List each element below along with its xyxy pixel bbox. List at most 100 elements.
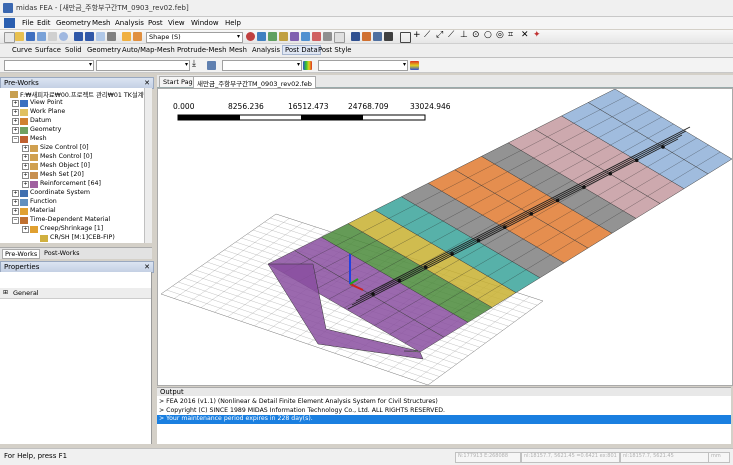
download-icon[interactable]: ⤓ — [192, 59, 196, 69]
undo-icon[interactable] — [74, 32, 83, 41]
save-icon[interactable] — [26, 32, 35, 41]
menu-help[interactable]: Help — [225, 19, 241, 27]
node-marker[interactable] — [450, 252, 454, 256]
expand-icon[interactable]: + — [22, 226, 29, 233]
view-iso-icon[interactable] — [351, 32, 360, 41]
cancel-select-icon[interactable] — [246, 32, 255, 41]
tree-item[interactable]: Mesh — [30, 135, 47, 142]
node-marker[interactable] — [503, 225, 507, 229]
expand-icon[interactable]: + — [22, 172, 29, 179]
expand-icon[interactable]: + — [22, 163, 29, 170]
expand-icon[interactable]: + — [12, 109, 19, 116]
expand-icon[interactable]: ⊞ — [3, 289, 8, 296]
menu-post[interactable]: Post — [148, 19, 163, 27]
save-as-icon[interactable] — [37, 32, 46, 41]
expand-icon[interactable]: + — [12, 190, 19, 197]
midas-logo-icon[interactable] — [4, 18, 15, 28]
node-marker[interactable] — [582, 185, 586, 189]
tree-item[interactable]: Material — [30, 207, 56, 214]
measure-icon[interactable] — [301, 32, 310, 41]
snap-center-icon[interactable]: ⊙ — [472, 30, 480, 40]
snap-intersect-icon[interactable]: ⌗ — [508, 30, 513, 40]
properties-group-general[interactable]: ⊞ General — [0, 288, 151, 299]
snap-mid-icon[interactable]: ⟋ — [448, 30, 454, 40]
tree-item[interactable]: Mesh Set [20] — [40, 171, 84, 178]
post-result-select[interactable]: ▾ — [96, 60, 190, 71]
tree-item[interactable]: Mesh Object [0] — [40, 162, 90, 169]
tab-curve[interactable]: Curve — [12, 46, 32, 54]
tab-post-data[interactable]: Post Data — [282, 45, 321, 55]
select-icon[interactable] — [122, 32, 131, 41]
node-marker[interactable] — [423, 265, 428, 270]
expand-icon[interactable]: + — [22, 145, 29, 152]
node-marker[interactable] — [476, 238, 481, 243]
tree-item[interactable]: Function — [30, 198, 57, 205]
snap-grid-icon[interactable] — [384, 32, 393, 41]
color-map-icon[interactable] — [303, 61, 312, 70]
tree-item[interactable]: CR/SH [M:1]CEB-FIP) — [50, 234, 115, 241]
expand-icon[interactable]: + — [12, 127, 19, 134]
redo-icon[interactable] — [85, 32, 94, 41]
delete-icon[interactable] — [107, 32, 116, 41]
tab-analysis[interactable]: Analysis — [252, 46, 280, 54]
tree-item[interactable]: Geometry — [30, 126, 61, 133]
node-marker[interactable] — [397, 278, 402, 283]
query-icon[interactable] — [290, 32, 299, 41]
tree-item[interactable]: Creep/Shrinkage [1] — [40, 225, 103, 232]
menu-geometry[interactable]: Geometry — [56, 19, 91, 27]
expand-icon[interactable]: + — [12, 118, 19, 125]
tab-post-works[interactable]: Post-Works — [42, 249, 82, 257]
tree-item[interactable]: Coordinate System — [30, 189, 90, 196]
tree-item[interactable]: Reinforcement [64] — [40, 180, 101, 187]
expand-icon[interactable]: − — [12, 217, 19, 224]
menu-file[interactable]: File — [22, 19, 34, 27]
expand-icon[interactable]: + — [12, 199, 19, 206]
shape-select[interactable]: Shape (S) ▾ — [146, 32, 243, 43]
node-marker[interactable] — [555, 198, 560, 203]
node-marker[interactable] — [608, 171, 613, 176]
expand-icon[interactable]: + — [12, 208, 19, 215]
node-marker[interactable] — [529, 212, 533, 216]
open-folder-icon[interactable] — [15, 32, 24, 41]
expand-icon[interactable]: − — [12, 136, 19, 143]
snap-perp-icon[interactable]: ⊥ — [460, 30, 468, 40]
snap-end-icon[interactable]: ⤢ — [436, 30, 443, 40]
tree-item[interactable]: F:₩새피자료₩00.프로젝트 관리₩01 TK설계₩ — [20, 90, 150, 99]
tab-mesh[interactable]: Mesh — [229, 46, 247, 54]
grid-on-icon[interactable] — [362, 32, 371, 41]
tab-pre-works[interactable]: Pre-Works — [2, 249, 41, 259]
tab-surface[interactable]: Surface — [35, 46, 61, 54]
tab-solid[interactable]: Solid — [65, 46, 82, 54]
pick-icon[interactable] — [257, 32, 266, 41]
close-icon[interactable]: ✕ — [144, 79, 150, 87]
snap-line-icon[interactable]: ⟋ — [424, 30, 430, 40]
tab-protrude-mesh[interactable]: Protrude-Mesh — [177, 46, 226, 54]
tree-scrollbar[interactable] — [144, 88, 152, 243]
snap-mesh-icon[interactable] — [400, 32, 411, 43]
poly-select-icon[interactable] — [279, 32, 288, 41]
model-viewport[interactable]: 0.000 8256.236 16512.473 24768.709 33024… — [157, 88, 733, 386]
snap-point-icon[interactable]: + — [413, 30, 421, 40]
close-icon[interactable]: ✕ — [144, 263, 150, 271]
pan-icon[interactable] — [323, 32, 332, 41]
box-select-icon[interactable] — [268, 32, 277, 41]
menu-edit[interactable]: Edit — [37, 19, 51, 27]
expand-icon[interactable]: + — [12, 100, 19, 107]
tree-item[interactable]: Datum — [30, 117, 51, 124]
print-icon[interactable] — [48, 32, 57, 41]
tab-post-style[interactable]: Post Style — [318, 46, 351, 54]
zoom-icon[interactable] — [312, 32, 321, 41]
post-component-select[interactable]: ▾ — [222, 60, 302, 71]
node-marker[interactable] — [634, 158, 639, 163]
tab-geometry[interactable]: Geometry — [87, 46, 121, 54]
refresh-icon[interactable] — [96, 32, 105, 41]
snap-magnet-icon[interactable]: ✦ — [533, 30, 541, 40]
grid-table-icon[interactable] — [373, 32, 382, 41]
node-marker[interactable] — [661, 145, 665, 149]
model-view-svg[interactable]: 0.000 8256.236 16512.473 24768.709 33024… — [158, 89, 732, 385]
menu-view[interactable]: View — [168, 19, 185, 27]
tree-item[interactable]: View Point — [30, 99, 63, 106]
expand-icon[interactable]: + — [22, 154, 29, 161]
menu-window[interactable]: Window — [191, 19, 219, 27]
tree-item[interactable]: Work Plane — [30, 108, 65, 115]
